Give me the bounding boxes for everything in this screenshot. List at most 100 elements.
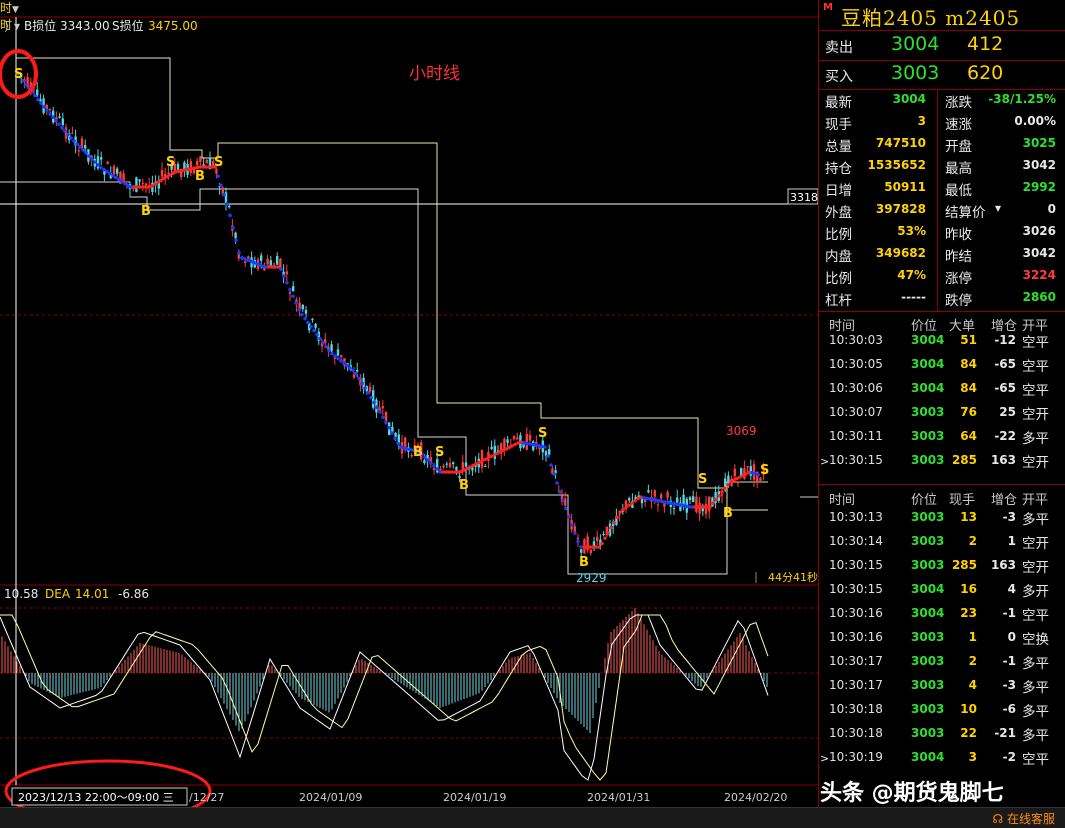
stat-value: 3	[917, 114, 926, 128]
chart-svg[interactable]: S S S S S S S B B B B B B 小时线 3069 2929 …	[0, 0, 819, 823]
trend-dot	[84, 151, 88, 155]
trade-row[interactable]: 10:30:15 3003 285 163 空开	[819, 449, 1065, 473]
trade-row[interactable]: 10:30:16 3004 23 -1 空平	[819, 602, 1065, 626]
trend-dot	[624, 505, 628, 510]
trade-price: 3003	[911, 678, 945, 692]
trade-price: 3003	[911, 453, 945, 467]
price-chart[interactable]: S S S S S S S B B B B B B 小时线 3069 2929 …	[0, 0, 819, 823]
trend-dot	[546, 454, 550, 458]
b-stop-line	[0, 181, 768, 575]
trend-dot	[609, 525, 613, 530]
bid-row[interactable]: 买入 3003 620	[819, 60, 1065, 90]
time-tick-label: /12/27	[189, 791, 224, 804]
candle-body	[71, 132, 74, 134]
trend-dot	[357, 376, 361, 381]
stat-value: 53%	[897, 224, 926, 238]
trade-oi-change: -22	[994, 429, 1016, 443]
trade-type: 空换	[1022, 632, 1049, 648]
menu-glyph[interactable]: 时	[0, 1, 12, 15]
stat-label: 速涨	[945, 117, 972, 133]
trend-dot	[354, 371, 358, 376]
trade-oi-change: -1	[1002, 654, 1016, 668]
stat-row: 比例 47% 涨停 3224	[819, 265, 1065, 287]
trade-row[interactable]: 10:30:07 3003 76 25 空开	[819, 401, 1065, 425]
trade-row[interactable]: 10:30:14 3003 2 1 空开	[819, 530, 1065, 554]
trend-dot	[93, 160, 97, 164]
trend-dot	[654, 498, 658, 503]
candle-body	[285, 271, 288, 275]
signal-s-marker: S	[698, 472, 707, 487]
dropdown-arrow-icon[interactable]: ▾	[14, 19, 20, 33]
trade-oi-change: -21	[994, 726, 1016, 740]
signal-b-marker: B	[413, 445, 423, 460]
trend-dot	[672, 502, 676, 506]
trend-dot	[549, 463, 553, 467]
stat-label: 持仓	[825, 161, 852, 177]
trend-dot	[606, 531, 610, 535]
dropdown-arrow-icon[interactable]: ▾	[995, 201, 1001, 215]
trade-row[interactable]: 10:30:15 3004 16 4 多开	[819, 578, 1065, 602]
trade-type: 多平	[1022, 656, 1049, 672]
price-axis-label: 3318	[790, 191, 818, 204]
trend-dot	[96, 163, 100, 167]
candle-body	[292, 286, 295, 292]
trend-dot	[150, 184, 154, 188]
trade-row[interactable]: 10:30:18 3003 22 -21 多平	[819, 722, 1065, 746]
trade-row[interactable]: 10:30:19 3004 3 -2 空平	[819, 746, 1065, 770]
signal-b-marker: B	[579, 555, 589, 570]
stat-row: 比例 53% 昨收 3026	[819, 221, 1065, 243]
online-service-link[interactable]: ☊ 在线客服	[992, 810, 1055, 827]
trend-dot	[564, 506, 568, 511]
stat-row: 外盘 397828 结算价 0	[819, 199, 1065, 221]
candle-body	[432, 468, 436, 471]
trade-volume: 22	[960, 726, 977, 740]
trend-dot	[675, 502, 679, 507]
trend-dot	[684, 504, 688, 509]
trend-dot	[168, 173, 172, 177]
trend-dot	[378, 410, 382, 414]
trend-dot	[570, 523, 574, 527]
trend-dot	[660, 499, 664, 504]
trade-row[interactable]: 10:30:13 3003 13 -3 多平	[819, 506, 1065, 530]
trade-row[interactable]: 10:30:17 3003 2 -1 多平	[819, 650, 1065, 674]
signal-s-marker: S	[760, 463, 769, 478]
trade-row[interactable]: 10:30:05 3004 84 -65 空平	[819, 353, 1065, 377]
cursor-time: 2023/12/13 22:00～09:00 三	[18, 791, 174, 804]
candle-body	[423, 460, 426, 464]
trend-dot	[540, 444, 544, 449]
trend-dot	[363, 386, 367, 390]
candle-body	[535, 441, 538, 444]
trade-row[interactable]: 10:30:11 3003 64 -22 多平	[819, 425, 1065, 449]
trend-dot	[324, 344, 328, 349]
contract-name[interactable]: 豆粕2405 m2405	[841, 2, 1020, 31]
trend-dot	[99, 165, 103, 170]
trend-dot	[174, 170, 178, 174]
stat-label: 跌停	[945, 293, 972, 309]
trade-row[interactable]: 10:30:16 3003 1 0 空换	[819, 626, 1065, 650]
dropdown-arrow-icon[interactable]: ▼	[12, 5, 19, 15]
trend-dot	[576, 539, 580, 544]
trade-row[interactable]: 10:30:06 3004 84 -65 空平	[819, 377, 1065, 401]
trade-row[interactable]: 10:30:15 3003 285 163 空开	[819, 554, 1065, 578]
trade-time: 10:30:19	[829, 750, 883, 764]
candle-body	[512, 436, 516, 440]
trade-oi-change: -12	[994, 333, 1016, 347]
macd-lines	[0, 614, 769, 781]
trade-type: 空开	[1022, 560, 1049, 576]
trade-type: 空开	[1022, 407, 1049, 423]
ask-row[interactable]: 卖出 3004 412	[819, 31, 1065, 61]
signal-b-marker: B	[723, 506, 733, 521]
trade-price: 3003	[911, 654, 945, 668]
candle-body	[228, 205, 231, 208]
trade-row[interactable]: 10:30:17 3003 4 -3 多平	[819, 674, 1065, 698]
trend-dot	[300, 312, 304, 317]
trend-dot	[105, 169, 109, 174]
candle-body	[368, 386, 372, 392]
candle-body	[176, 164, 180, 170]
trade-row[interactable]: 10:30:18 3003 10 -6 多平	[819, 698, 1065, 722]
trade-row[interactable]: 10:30:03 3004 51 -12 空平	[819, 329, 1065, 353]
trend-dot	[384, 420, 388, 425]
trend-dot	[552, 472, 556, 476]
candle-body	[490, 446, 493, 450]
trade-volume: 16	[960, 582, 977, 596]
